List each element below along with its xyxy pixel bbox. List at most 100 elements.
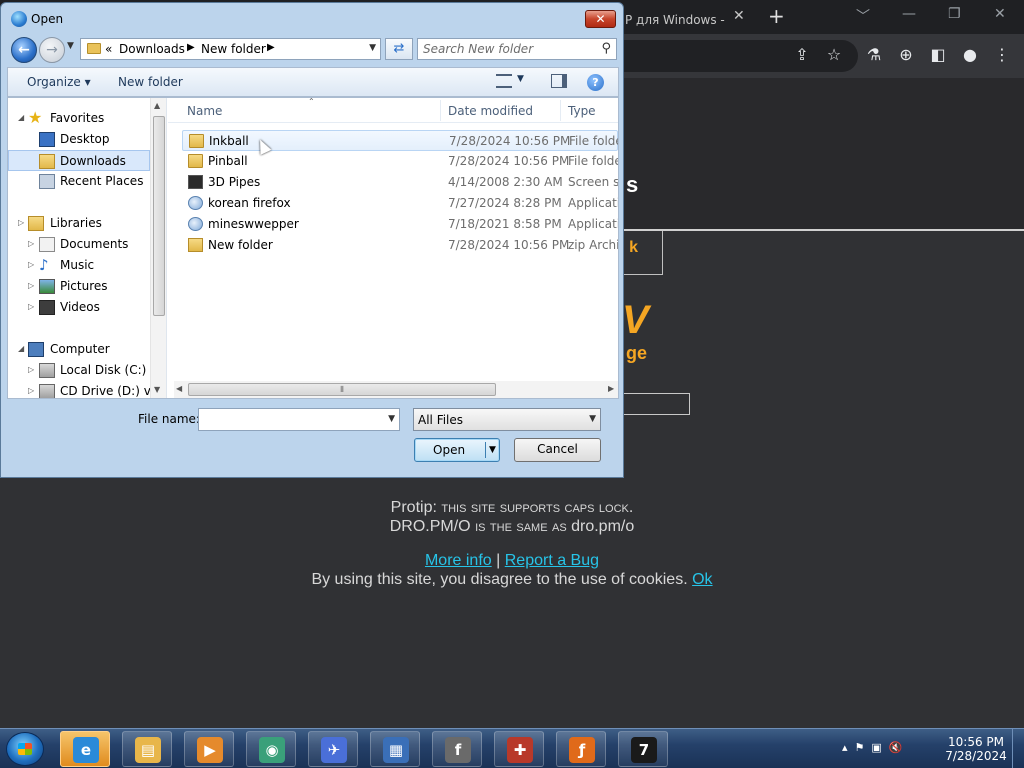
collapse-triangle-icon[interactable]: ◢ [18,344,24,353]
taskbar-button[interactable]: ▤ [122,731,172,767]
expand-triangle-icon[interactable]: ▷ [28,302,34,311]
organize-button[interactable]: Organize ▾ [27,75,91,89]
file-row-korean-firefox[interactable]: korean firefox 7/27/2024 8:28 PM Applica… [182,193,618,214]
search-box[interactable]: ⚲ [417,38,617,60]
preview-pane-icon[interactable] [551,74,567,88]
column-divider[interactable] [440,100,441,121]
nav-item-favorites[interactable]: ◢ ★ Favorites [8,108,150,129]
minimize-button[interactable]: — [902,6,916,22]
expand-triangle-icon[interactable]: ▷ [28,239,34,248]
browser-close-button[interactable]: ✕ [994,6,1006,22]
file-list-horizontal-scrollbar[interactable]: ◀ ⦀ ▶ [174,381,618,398]
address-dropdown-icon[interactable]: ▼ [369,43,376,53]
nav-item-recent-places[interactable]: Recent Places [8,171,150,192]
recent-pages-dropdown-icon[interactable]: ▼ [67,41,74,51]
show-desktop-button[interactable] [1012,729,1024,768]
taskbar-button[interactable]: ƒ [556,731,606,767]
tray-icons[interactable]: ▴ ⚑ ▣ 🔇 [842,741,902,754]
file-row-inkball[interactable]: Inkball 7/28/2024 10:56 PM File folder [182,130,618,151]
dialog-close-button[interactable]: ✕ [585,10,616,28]
nav-item-cd-drive[interactable]: ▷ CD Drive (D:) virt [8,381,164,398]
nav-scroll-thumb[interactable] [153,116,165,316]
taskbar-button[interactable]: ◉ [246,731,296,767]
help-icon[interactable]: ? [587,74,604,91]
breadcrumb-downloads[interactable]: Downloads [119,42,185,56]
view-options-icon[interactable] [496,74,512,88]
expand-triangle-icon[interactable]: ▷ [28,281,34,290]
scroll-right-icon[interactable]: ▶ [608,384,614,393]
expand-triangle-icon[interactable]: ▷ [18,218,24,227]
taskbar-button[interactable]: ▶ [184,731,234,767]
scroll-down-icon[interactable]: ▼ [154,385,160,394]
nav-item-music[interactable]: ▷ ♪ Music [8,255,150,276]
scroll-left-icon[interactable]: ◀ [176,384,182,393]
start-button[interactable] [6,732,44,766]
taskbar-button[interactable]: f [432,731,482,767]
open-dropdown-icon[interactable]: ▼ [489,445,496,455]
column-divider[interactable] [560,100,561,121]
taskbar-button[interactable]: e [60,731,110,767]
breadcrumb-new-folder[interactable]: New folder [201,42,266,56]
search-input[interactable] [423,41,593,57]
file-name-combobox[interactable]: ▼ [198,408,400,431]
nav-item-pictures[interactable]: ▷ Pictures [8,276,150,297]
file-type-filter[interactable]: All Files ▼ [413,408,601,431]
column-name[interactable]: Name [187,104,222,118]
horizontal-scroll-thumb[interactable]: ⦀ [188,383,496,396]
menu-kebab-icon[interactable]: ⋮ [992,45,1012,65]
bookmark-star-icon[interactable]: ☆ [824,45,844,65]
column-type[interactable]: Type [568,104,596,118]
taskbar-button[interactable]: 7 [618,731,668,767]
refresh-icon[interactable]: ⇄ [385,38,413,60]
file-row-new-folder[interactable]: New folder 7/28/2024 10:56 PM zip Archiv [182,235,618,256]
collapse-triangle-icon[interactable]: ◢ [18,113,24,122]
system-clock[interactable]: 10:56 PM 7/28/2024 [936,735,1016,763]
file-row-mineswwepper[interactable]: mineswwepper 7/18/2021 8:58 PM Applicati [182,214,618,235]
nav-item-computer[interactable]: ◢ Computer [8,339,150,360]
browser-tab[interactable]: P для Windows - [605,4,753,34]
nav-item-videos[interactable]: ▷ Videos [8,297,150,318]
dialog-title-bar[interactable]: Open ✕ [1,3,623,33]
nav-scrollbar[interactable]: ▲ ▼ [150,98,166,398]
forward-arrow-icon[interactable]: → [39,37,65,63]
nav-item-local-disk[interactable]: ▷ Local Disk (C:) [8,360,150,381]
expand-triangle-icon[interactable]: ▷ [28,260,34,269]
taskbar-button[interactable]: ✚ [494,731,544,767]
cookie-ok-link[interactable]: Ok [692,571,712,588]
back-arrow-icon[interactable]: ← [11,37,37,63]
search-icon[interactable]: ⚲ [601,41,611,56]
restore-button[interactable]: ❐ [948,6,961,22]
tab-search-icon[interactable]: ﹀ [856,6,870,26]
open-button[interactable]: Open ▼ [414,438,500,462]
nav-item-downloads[interactable]: Downloads [8,150,150,171]
nav-item-desktop[interactable]: Desktop [8,129,150,150]
side-panel-icon[interactable]: ◧ [928,45,948,65]
download-icon[interactable]: ⊕ [896,45,916,65]
labs-flask-icon[interactable]: ⚗ [864,45,884,65]
file-row-pinball[interactable]: Pinball 7/28/2024 10:56 PM File folder [182,151,618,172]
expand-triangle-icon[interactable]: ▷ [28,386,34,395]
share-icon[interactable]: ⇪ [792,45,812,65]
filter-dropdown-icon[interactable]: ▼ [589,414,596,424]
nav-item-libraries[interactable]: ▷ Libraries [8,213,150,234]
profile-icon[interactable]: ● [960,45,980,65]
new-tab-button[interactable]: + [768,4,785,28]
taskbar-button[interactable]: ✈ [308,731,358,767]
breadcrumb-overflow[interactable]: « [105,42,112,56]
more-info-link[interactable]: More info [425,552,492,569]
tab-close-icon[interactable]: ✕ [733,8,745,24]
view-dropdown-icon[interactable]: ▼ [517,74,524,84]
report-bug-link[interactable]: Report a Bug [505,552,599,569]
column-date-modified[interactable]: Date modified [448,104,533,118]
breadcrumb-arrow-icon[interactable]: ▶ [267,42,275,53]
new-folder-button[interactable]: New folder [118,75,183,89]
file-name-input[interactable] [203,412,379,427]
scroll-up-icon[interactable]: ▲ [154,101,160,110]
cancel-button[interactable]: Cancel [514,438,601,462]
breadcrumb-arrow-icon[interactable]: ▶ [187,42,195,53]
address-breadcrumb[interactable]: « Downloads ▶ New folder ▶ ▼ [80,38,381,60]
expand-triangle-icon[interactable]: ▷ [28,365,34,374]
file-name-dropdown-icon[interactable]: ▼ [388,414,395,424]
taskbar-button[interactable]: ▦ [370,731,420,767]
nav-item-documents[interactable]: ▷ Documents [8,234,150,255]
